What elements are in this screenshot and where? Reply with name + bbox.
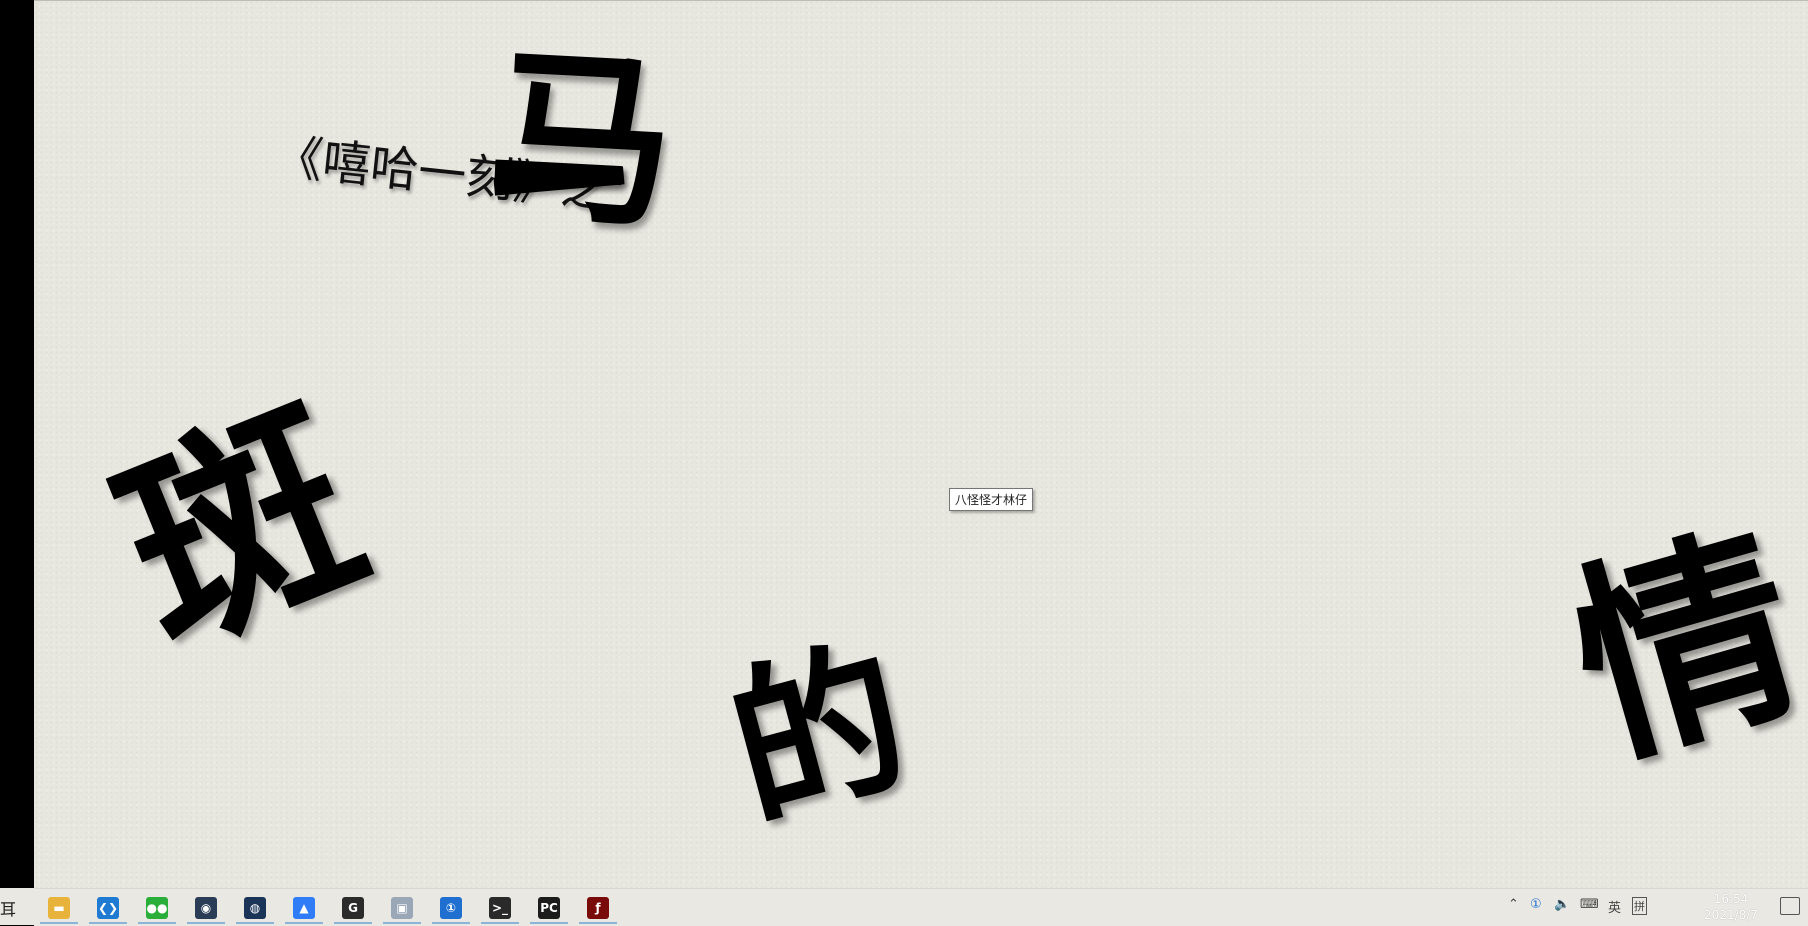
ime-mode-indicator[interactable]: 拼	[1632, 897, 1647, 915]
kinetic-char-de: 的	[711, 617, 927, 853]
onepassword-tray-icon[interactable]: ①	[1530, 897, 1542, 912]
taskbar: ▬ ❮❯ ●● ◉ ◍ ▲ G ▣ ① >_ PC ƒ ⌃ ① 🔈 ⌨ 英 拼 16:54 2021/…	[34, 888, 1808, 926]
terminal-icon: >_	[489, 896, 511, 919]
image-icon: ▣	[391, 896, 413, 919]
keyboard-icon[interactable]: ⌨	[1580, 897, 1599, 912]
running-indicator	[285, 922, 323, 924]
clock-time: 16:54	[1713, 892, 1749, 906]
running-indicator	[530, 922, 568, 924]
taskbar-app-lark[interactable]: ▲	[282, 891, 326, 924]
kinetic-char-ban: 斑	[87, 366, 395, 694]
taskbar-app-pycharm[interactable]: PC	[527, 891, 571, 924]
desktop: 《嘻哈一刻》之 马 斑 的 情 八怪怪才林仔	[34, 0, 1808, 925]
system-tray: ⌃ ① 🔈 ⌨ 英 拼 16:54 2021/8/7	[1508, 889, 1808, 926]
running-indicator	[40, 922, 78, 924]
running-indicator	[432, 922, 470, 924]
kinetic-char-ma: 马	[483, 27, 680, 253]
g-circle-icon: G	[342, 896, 364, 919]
flash-icon: ƒ	[587, 896, 609, 919]
input-lang-indicator[interactable]: 英	[1608, 897, 1621, 916]
vscode-icon: ❮❯	[97, 896, 119, 919]
taskbar-app-onepassword[interactable]: ①	[429, 891, 473, 924]
running-indicator	[383, 922, 421, 924]
taskbar-app-steam[interactable]: ◍	[233, 891, 277, 924]
pycharm-icon: PC	[538, 896, 560, 919]
volume-icon[interactable]: 🔈	[1554, 897, 1570, 912]
taskbar-app-eye-app[interactable]: ◉	[184, 891, 228, 924]
running-indicator	[138, 922, 176, 924]
folder-icon: ▬	[48, 896, 70, 919]
tooltip: 八怪怪才林仔	[949, 488, 1034, 511]
left-edge-char: 耳	[0, 900, 17, 919]
steam-icon: ◍	[244, 896, 266, 919]
eye-icon: ◉	[195, 896, 217, 919]
top-border	[34, 0, 1808, 1]
running-indicator	[579, 922, 617, 924]
running-indicator	[334, 922, 372, 924]
taskbar-app-g-app[interactable]: G	[331, 891, 375, 924]
running-indicator	[481, 922, 519, 924]
running-indicator	[187, 922, 225, 924]
taskbar-app-image-viewer[interactable]: ▣	[380, 891, 424, 924]
taskbar-app-wechat[interactable]: ●●	[135, 891, 179, 924]
lark-icon: ▲	[293, 896, 315, 919]
onepassword-icon: ①	[440, 896, 462, 919]
wechat-icon: ●●	[146, 896, 168, 919]
chevron-up-icon[interactable]: ⌃	[1508, 897, 1519, 912]
notification-icon[interactable]	[1780, 897, 1800, 915]
running-indicator	[236, 922, 274, 924]
running-indicator	[89, 922, 127, 924]
taskbar-app-flash[interactable]: ƒ	[576, 891, 620, 924]
kinetic-char-qing: 情	[1548, 497, 1808, 798]
left-edge-strip: 耳	[0, 888, 34, 925]
taskbar-app-terminal[interactable]: >_	[478, 891, 522, 924]
taskbar-app-file-explorer[interactable]: ▬	[37, 891, 81, 924]
clock[interactable]: 16:54 2021/8/7	[1696, 891, 1766, 923]
taskbar-app-vscode[interactable]: ❮❯	[86, 891, 130, 924]
clock-date: 2021/8/7	[1704, 908, 1758, 922]
